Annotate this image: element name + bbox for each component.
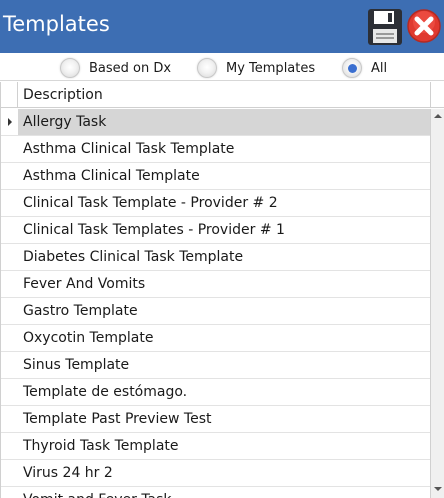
row-description: Template Past Preview Test [23, 411, 212, 427]
row-description: Diabetes Clinical Task Template [23, 249, 244, 265]
close-icon [407, 9, 441, 43]
table-row[interactable]: Template Past Preview Test [1, 406, 430, 433]
row-description: Virus 24 hr 2 [23, 465, 113, 481]
table-row[interactable]: Gastro Template [1, 298, 430, 325]
table-row[interactable]: Fever And Vomits [1, 271, 430, 298]
row-description: Oxycotin Template [23, 330, 154, 346]
table-row[interactable]: Asthma Clinical Task Template [1, 136, 430, 163]
row-indicator [1, 109, 18, 135]
row-indicator-header [1, 82, 18, 108]
table-row[interactable]: Oxycotin Template [1, 325, 430, 352]
filter-bar: Based on Dx My Templates All [0, 53, 444, 81]
save-button[interactable] [366, 7, 404, 47]
save-icon [368, 9, 402, 45]
radio-circle[interactable] [60, 58, 80, 78]
row-indicator [1, 406, 18, 432]
row-indicator [1, 325, 18, 351]
title-bar: Templates [0, 0, 444, 53]
row-indicator [1, 217, 18, 243]
table-row[interactable]: Virus 24 hr 2 [1, 460, 430, 487]
row-description: Fever And Vomits [23, 276, 146, 292]
row-indicator [1, 379, 18, 405]
column-header-description[interactable]: Description [23, 87, 103, 103]
table-row[interactable]: Clinical Task Template - Provider # 2 [1, 190, 430, 217]
table-row[interactable]: Sinus Template [1, 352, 430, 379]
table-row[interactable]: Asthma Clinical Template [1, 163, 430, 190]
scroll-down-button[interactable] [431, 482, 444, 496]
scroll-up-button[interactable] [431, 109, 444, 123]
row-indicator [1, 298, 18, 324]
window-title: Templates [3, 12, 110, 36]
row-description: Asthma Clinical Task Template [23, 141, 235, 157]
radio-circle[interactable] [197, 58, 217, 78]
row-indicator [1, 136, 18, 162]
radio-based-on-dx[interactable]: Based on Dx [60, 56, 171, 80]
close-button[interactable] [406, 8, 442, 44]
table-row[interactable]: Thyroid Task Template [1, 433, 430, 460]
radio-label: All [371, 60, 388, 76]
row-indicator [1, 244, 18, 270]
radio-label: My Templates [226, 60, 316, 76]
table-row[interactable]: Template de estómago. [1, 379, 430, 406]
current-row-arrow-icon [8, 118, 12, 126]
radio-label: Based on Dx [89, 60, 172, 76]
row-indicator [1, 271, 18, 297]
table-row[interactable]: Clinical Task Templates - Provider # 1 [1, 217, 430, 244]
radio-circle-checked[interactable] [342, 58, 362, 78]
row-description: Allergy Task [23, 114, 107, 130]
row-description: Thyroid Task Template [23, 438, 179, 454]
row-description: Gastro Template [23, 303, 138, 319]
row-description: Template de estómago. [23, 384, 188, 400]
row-description: Clinical Task Templates - Provider # 1 [23, 222, 285, 238]
row-description: Clinical Task Template - Provider # 2 [23, 195, 278, 211]
row-indicator [1, 190, 18, 216]
table-row[interactable]: Vomit and Fever Task [1, 487, 430, 498]
radio-all[interactable]: All [342, 56, 387, 80]
row-indicator [1, 460, 18, 486]
header-corner [430, 82, 444, 108]
row-indicator [1, 163, 18, 189]
row-description: Vomit and Fever Task [23, 492, 172, 498]
row-description: Sinus Template [23, 357, 130, 373]
row-indicator [1, 487, 18, 498]
table-row[interactable]: Allergy Task [1, 109, 430, 136]
row-indicator [1, 352, 18, 378]
templates-grid: Description Allergy Task Asthma Clinical … [0, 82, 444, 498]
scroll-thumb[interactable] [433, 125, 443, 465]
grid-header: Description [1, 82, 444, 108]
grid-rows: Allergy Task Asthma Clinical Task Templat… [1, 109, 430, 498]
table-row[interactable]: Diabetes Clinical Task Template [1, 244, 430, 271]
radio-my-templates[interactable]: My Templates [197, 56, 315, 80]
row-description: Asthma Clinical Template [23, 168, 200, 184]
row-indicator [1, 433, 18, 459]
vertical-scrollbar[interactable] [430, 109, 444, 498]
